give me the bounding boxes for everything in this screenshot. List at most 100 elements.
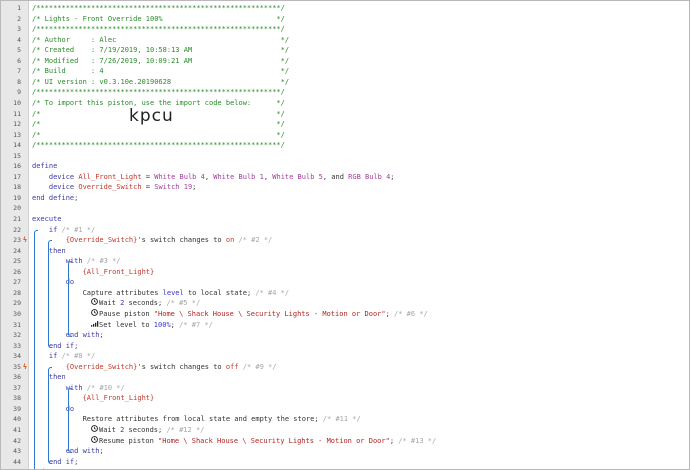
code-text: if /* #1 */ <box>32 225 95 236</box>
code-text: end if; <box>32 457 79 468</box>
code-token: , <box>204 172 214 181</box>
code-text: /***************************************… <box>32 140 285 151</box>
line-number: 9 <box>17 88 21 97</box>
code-token: /***************************************… <box>32 4 285 12</box>
code-token: Wait <box>99 299 121 308</box>
code-line: 21 execute <box>1 214 689 225</box>
code-line: 38 {All_Front_Light} <box>1 393 689 404</box>
code-line: 5 /* Created : 7/19/2019, 10:58:13 AM */ <box>1 45 689 56</box>
code-line: 34 if /* #8 */ <box>1 351 689 362</box>
code-token: device <box>32 183 79 192</box>
line-number: 17 <box>13 172 21 181</box>
line-number: 33 <box>13 341 21 350</box>
code-text: with /* #10 */ <box>32 383 125 394</box>
code-token: /* Modified : 7/26/2019, 10:09:21 AM */ <box>32 56 290 65</box>
code-token: execute <box>32 215 62 223</box>
code-line: 25 with /* #3 */ <box>1 256 689 267</box>
code-token: /* Lights - Front Override 100% */ <box>32 14 285 23</box>
code-token: /* UI version : v0.3.10e.20190628 */ <box>32 77 290 86</box>
code-token: Switch 19 <box>154 183 193 192</box>
clock-icon <box>91 425 99 436</box>
code-line: 11/* */ <box>1 109 689 120</box>
code-line: 33 end if; <box>1 341 689 352</box>
code-line: 37 with /* #10 */ <box>1 383 689 394</box>
signal-icon <box>91 320 99 331</box>
code-token: /* Created : 7/19/2019, 10:58:13 AM */ <box>32 46 290 55</box>
code-line: 23 ϟ {Override_Switch}'s switch changes t… <box>1 235 689 246</box>
code-line: 39 do <box>1 404 689 415</box>
code-text: /* Modified : 7/26/2019, 10:09:21 AM */ <box>32 56 289 67</box>
code-text: /* */ <box>32 130 285 141</box>
code-line: 2 /* Lights - Front Override 100% */ <box>1 14 689 25</box>
code-token: ; <box>170 320 180 329</box>
code-line: 44 end if; <box>1 457 689 468</box>
code-line: 9 /**************************************… <box>1 87 689 98</box>
code-line: 24 then <box>1 246 689 257</box>
code-token: Resume piston <box>99 436 159 445</box>
code-line: 32 end with; <box>1 330 689 341</box>
code-token: ; <box>385 309 395 318</box>
line-number: 3 <box>17 25 21 34</box>
code-line: 26 {All_Front_Light} <box>1 267 689 278</box>
code-token: = <box>141 172 155 181</box>
code-line: 35 ϟ {Override_Switch}'s switch changes t… <box>1 362 689 373</box>
code-text: /* Build : 4 */ <box>32 66 289 77</box>
code-line: 19 end define; <box>1 193 689 204</box>
line-number: 31 <box>13 320 21 329</box>
code-text: if /* #8 */ <box>32 351 95 362</box>
line-number: 25 <box>13 257 21 266</box>
code-token: /* */ <box>32 130 285 139</box>
code-line: 43 end with; <box>1 446 689 457</box>
line-number: 44 <box>13 457 21 466</box>
line-number: 24 <box>13 246 21 255</box>
code-text: end define; <box>32 193 78 204</box>
line-number: 6 <box>17 56 21 65</box>
code-token: /* Build : 4 */ <box>32 67 290 76</box>
code-token: /* #8 */ <box>61 352 96 361</box>
code-text: /***************************************… <box>32 24 285 35</box>
line-number: 36 <box>13 373 21 382</box>
code-token: , and <box>322 172 349 181</box>
block-bracket <box>68 261 72 338</box>
line-number: 30 <box>13 309 21 318</box>
line-number: 20 <box>13 204 21 213</box>
line-number: 8 <box>17 77 21 86</box>
trigger-bolt-icon: ϟ <box>22 362 28 371</box>
code-text: execute <box>32 214 62 225</box>
code-line: 14 /*************************************… <box>1 140 689 151</box>
code-token: /***************************************… <box>32 88 285 97</box>
line-number: 14 <box>13 141 21 150</box>
code-token: White Bulb 4 <box>154 172 205 181</box>
code-token: = <box>141 183 155 192</box>
block-bracket <box>68 387 72 454</box>
code-line: 40 Restore attributes from local state a… <box>1 414 689 425</box>
code-line: 42 Resume piston "Home \ Shack House \ Se… <box>1 435 689 447</box>
code-line: 36 then <box>1 372 689 383</box>
code-text: /* Author : Alec */ <box>32 35 289 46</box>
line-number: 42 <box>13 436 21 445</box>
code-line: 30 Pause piston "Home \ Shack House \ Sec… <box>1 309 689 320</box>
line-number: 11 <box>13 109 21 118</box>
code-token: Set level to <box>99 320 154 329</box>
code-text: Restore attributes from local state and … <box>32 414 361 425</box>
code-token: level <box>162 288 184 297</box>
line-number: 13 <box>13 130 21 139</box>
line-number: 27 <box>13 278 21 287</box>
code-token: /***************************************… <box>32 141 285 150</box>
code-token: /* #3 */ <box>86 257 121 266</box>
code-line: 27 do <box>1 277 689 288</box>
code-line: 10/* To import this piston, use the impo… <box>1 98 689 109</box>
code-line: 28 Capture attributes level to local sta… <box>1 288 689 299</box>
code-token: with <box>32 383 87 392</box>
code-token: /* Author : Alec */ <box>32 35 290 44</box>
code-token: 's switch changes to <box>137 236 226 245</box>
code-text: /* Created : 7/19/2019, 10:58:13 AM */ <box>32 45 289 56</box>
code-token: off <box>225 362 239 371</box>
line-number: 23 <box>13 236 21 245</box>
line-number: 18 <box>13 183 21 192</box>
code-token: /***************************************… <box>32 25 285 34</box>
code-text: /* Lights - Front Override 100% */ <box>32 14 285 25</box>
line-number: 4 <box>17 35 21 44</box>
line-number: 35 <box>13 362 21 371</box>
code-text: Resume piston "Home \ Shack House \ Secu… <box>91 435 436 447</box>
